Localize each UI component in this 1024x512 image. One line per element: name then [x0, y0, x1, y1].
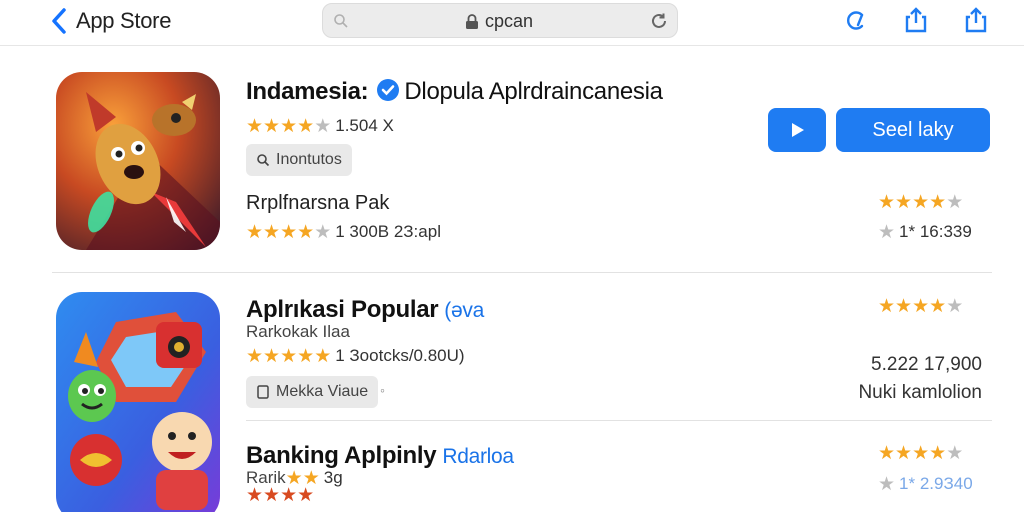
row-divider	[52, 272, 992, 273]
star-icon: ★	[280, 221, 298, 243]
star-icon: ★	[929, 192, 947, 213]
top-bar: App Store cpcan	[0, 0, 1024, 46]
star-icon: ★	[263, 115, 281, 137]
star-icon: ★	[878, 192, 896, 213]
back-chevron-icon	[52, 8, 66, 34]
app-2-status-line: Nuki kamlolion	[858, 382, 982, 403]
right-count-3-text: 1* 2.9З40	[899, 474, 973, 493]
star-empty-icon: ★	[946, 192, 964, 213]
star-icon: ★	[280, 115, 298, 137]
star-empty-icon: ★	[878, 473, 896, 495]
right-count-1-text: 1* 16:339	[899, 222, 972, 241]
right-rating-3: ★ ★ ★ ★ ★	[878, 444, 963, 463]
play-icon	[792, 123, 804, 137]
search-icon	[257, 154, 270, 167]
rocket-bird-icon	[56, 72, 220, 250]
cartoon-characters-icon	[56, 292, 220, 512]
verified-icon	[377, 79, 400, 101]
right-rating-2: ★ ★ ★ ★ ★	[878, 297, 963, 316]
star-empty-icon: ★	[878, 221, 896, 243]
star-icon: ★	[297, 485, 315, 506]
star-icon: ★	[246, 485, 264, 506]
star-icon: ★	[912, 192, 930, 213]
address-bar[interactable]: cpcan	[322, 3, 678, 38]
chip-2-more-icon: ◦	[380, 382, 385, 398]
star-icon: ★	[263, 485, 281, 506]
star-icon: ★	[878, 443, 896, 464]
star-icon: ★	[263, 345, 281, 367]
get-button[interactable]: Seel laky	[836, 108, 990, 152]
right-rating-1: ★ ★ ★ ★ ★	[878, 193, 963, 212]
app-title-2-tag: (əva	[444, 299, 484, 322]
star-icon: ★	[912, 296, 930, 317]
rating-2: ★ ★ ★ ★ ★ 1 Зootcks/0.80U)	[246, 346, 465, 366]
rating-1b: ★ ★ ★ ★ ★ 1 300B 2З:apl	[246, 222, 441, 242]
category-chip-1-label: Inontutos	[276, 151, 342, 168]
star-icon: ★	[895, 296, 913, 317]
app-title-3-tag: Rdarloa	[442, 445, 514, 468]
category-chip-2[interactable]: Mekka Viaue	[246, 376, 379, 408]
rating-1: ★ ★ ★ ★ ★ 1.504 X	[246, 116, 394, 136]
share-alt-icon[interactable]	[962, 6, 990, 34]
star-icon: ★	[246, 345, 264, 367]
app-icon-2[interactable]	[56, 292, 220, 512]
right-count-1: ★ 1* 16:339	[878, 222, 972, 242]
accessibility-icon[interactable]	[842, 6, 870, 34]
app-title-1-subtitle: Dlopula Aplrdraincanesia	[404, 78, 663, 105]
star-empty-icon: ★	[946, 443, 964, 464]
rating-1-text: 1.504 X	[335, 116, 394, 135]
star-icon: ★	[297, 115, 315, 137]
share-icon[interactable]	[902, 6, 930, 34]
star-icon: ★	[280, 485, 298, 506]
app-icon-1[interactable]	[56, 72, 220, 250]
star-icon: ★	[929, 296, 947, 317]
star-icon: ★	[246, 221, 264, 243]
reload-icon[interactable]	[649, 11, 669, 31]
app-title-1[interactable]: Indamesia: Dlopula Aplrdraincanesia	[246, 78, 663, 106]
app-title-2[interactable]: Aplrıkasi Popular (əva	[246, 296, 484, 324]
star-empty-icon: ★	[314, 115, 332, 137]
star-icon: ★	[297, 345, 315, 367]
app-title-3[interactable]: Banking Aplpinly Rdarloa	[246, 442, 514, 470]
star-icon: ★	[246, 115, 264, 137]
star-icon: ★	[297, 221, 315, 243]
app-1-secondary-name: Rrplfnarsna Pak	[246, 192, 390, 214]
play-button[interactable]	[768, 108, 826, 152]
app-2-price-line: 5.222 17,900	[871, 354, 982, 375]
lock-icon	[466, 13, 478, 29]
rating-2-text: 1 Зootcks/0.80U)	[335, 346, 465, 365]
app-title-3-name: Banking Aplpinly	[246, 442, 437, 469]
app-3-developer-tail: 3g	[323, 468, 343, 487]
star-icon: ★	[280, 345, 298, 367]
star-icon: ★	[912, 443, 930, 464]
search-icon	[334, 14, 348, 28]
category-chip-2-label: Mekka Viaue	[276, 383, 369, 400]
category-chip-1[interactable]: Inontutos	[246, 144, 352, 176]
star-icon: ★	[878, 296, 896, 317]
app-title-2-name: Aplrıkasi Popular	[246, 296, 439, 323]
star-icon: ★	[263, 221, 281, 243]
back-button[interactable]: App Store	[50, 6, 171, 36]
app-2-developer: Rarkokak Ilaa	[246, 322, 350, 341]
star-icon: ★	[314, 345, 332, 367]
back-label: App Store	[76, 8, 172, 33]
row-divider	[246, 420, 992, 421]
address-text: cpcan	[485, 11, 534, 31]
rating-1b-text: 1 300B 2З:apl	[335, 222, 441, 241]
rating-3: ★ ★ ★ ★	[246, 486, 314, 505]
star-icon: ★	[895, 192, 913, 213]
app-title-1-name: Indamesia:	[246, 78, 369, 105]
star-icon: ★	[895, 443, 913, 464]
right-count-3: ★ 1* 2.9З40	[878, 474, 973, 494]
star-empty-icon: ★	[314, 221, 332, 243]
star-icon: ★	[929, 443, 947, 464]
document-icon	[257, 385, 269, 399]
star-empty-icon: ★	[946, 296, 964, 317]
